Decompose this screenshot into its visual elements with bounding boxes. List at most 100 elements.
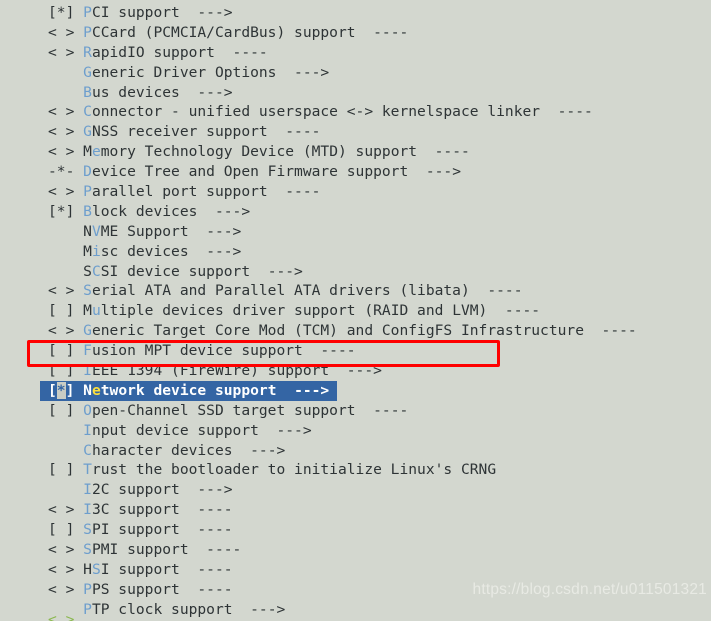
watermark-text: https://blog.csdn.net/u011501321 (472, 581, 707, 598)
menu-item[interactable]: [ ] Open-Channel SSD target support ---- (0, 401, 711, 421)
menu-item-hotkey: I (83, 421, 92, 439)
menu-item[interactable]: < > Generic Target Core Mod (TCM) and Co… (0, 321, 711, 341)
menu-item-label: onnector - unified userspace <-> kernels… (91, 103, 541, 121)
menu-item[interactable]: < > RapidIO support ---- (0, 43, 711, 63)
menu-item[interactable]: < > GNSS receiver support ---- (0, 122, 711, 142)
menu-item[interactable]: < > Memory Technology Device (MTD) suppo… (0, 142, 711, 162)
menu-item[interactable]: [ ] IEEE 1394 (FireWire) support ---> (0, 361, 711, 381)
menu-item-content: Generic Driver Options ---> (48, 64, 329, 81)
menu-item[interactable]: [*] Block devices ---> (0, 202, 711, 222)
submenu-arrow-icon: ---> (188, 222, 242, 240)
menu-item-label: lock devices (91, 202, 198, 220)
menu-item-state-marker: < > (48, 322, 84, 340)
submenu-arrow-icon: ---> (179, 481, 233, 499)
menu-item[interactable]: SCSI device support ---> (0, 262, 711, 282)
submenu-arrow-icon: ---> (232, 441, 286, 459)
menu-item-hotkey: C (83, 103, 92, 121)
menuconfig-screen: [*] PCI support ---> < > PCCard (PCMCIA/C… (0, 0, 711, 621)
menu-item-label: arallel port support (91, 183, 268, 201)
menu-item-label: pen-Channel SSD target support (91, 401, 356, 419)
menu-item[interactable]: [*] PCI support ---> (0, 3, 711, 23)
menu-item[interactable]: I2C support ---> (0, 480, 711, 500)
menu-item-content: [*] PCI support ---> (48, 4, 233, 21)
menu-item-content: < > Generic Target Core Mod (TCM) and Co… (48, 322, 637, 339)
menu-item-selected[interactable]: [*] Network device support ---> (0, 380, 711, 401)
menu-item-label: ltiple devices driver support (RAID and … (100, 302, 488, 320)
menu-item-state-marker (48, 422, 83, 439)
menu-item[interactable]: < > PCCard (PCMCIA/CardBus) support ---- (0, 23, 711, 43)
menu-item-label-pre: N (83, 222, 92, 240)
menu-item-state-marker: < > (48, 560, 84, 578)
menu-item-content: [ ] IEEE 1394 (FireWire) support ---> (48, 362, 382, 379)
menu-item-label: I support (100, 560, 180, 578)
menu-item-label: PI support (91, 521, 180, 539)
menu-item-hotkey: B (83, 83, 92, 101)
menu-item-label: PMI support (91, 541, 189, 559)
menu-item-content: [ ] Trust the bootloader to initialize L… (48, 461, 496, 478)
menu-item[interactable]: PTP clock support ---> (0, 600, 711, 620)
menu-item-content: < > Connector - unified userspace <-> ke… (48, 103, 593, 120)
menu-item[interactable]: < > I3C support ---- (0, 500, 711, 520)
menu-item-label-pre: S (83, 262, 92, 280)
menu-item-hotkey: O (83, 401, 92, 419)
menu-item-content: < > PPS support ---- (48, 581, 233, 598)
menu-item-label: erial ATA and Parallel ATA drivers (liba… (91, 282, 470, 300)
menu-item-content: Character devices ---> (48, 442, 285, 459)
menu-item-state-marker (48, 243, 83, 260)
menu-item[interactable]: < > Serial ATA and Parallel ATA drivers … (0, 281, 711, 301)
menu-item[interactable]: Character devices ---> (0, 441, 711, 461)
menu-item-label: nput device support (91, 421, 259, 439)
menu-item-hotkey: e (91, 381, 101, 399)
menu-item-label: 2C support (91, 481, 180, 499)
menu-item-hotkey: u (91, 302, 101, 320)
menu-item-content: NVME Support ---> (48, 223, 241, 240)
submenu-arrow-icon: ---> (188, 242, 242, 260)
menu-item-hotkey: T (83, 461, 92, 479)
submenu-arrow-icon: ---- (267, 123, 321, 141)
menu-item-hotkey: I (83, 362, 92, 380)
menu-item-hotkey: G (83, 322, 92, 340)
menu-item[interactable]: [ ] SPI support ---- (0, 520, 711, 540)
submenu-arrow-icon: ---> (232, 600, 286, 618)
menu-item-state-marker: < > (48, 43, 84, 61)
submenu-arrow-icon: ---> (179, 4, 233, 21)
menu-item[interactable]: Generic Driver Options ---> (0, 63, 711, 83)
menu-item-hotkey: G (83, 63, 92, 81)
menu-item-label-pre: M (83, 302, 92, 320)
menu-item[interactable]: < > Parallel port support ---- (0, 182, 711, 202)
menu-item-content: PTP clock support ---> (48, 601, 285, 618)
menu-item-hotkey: P (83, 23, 92, 41)
menu-item-content: < > GNSS receiver support ---- (48, 123, 320, 140)
menu-item-hotkey: C (83, 441, 92, 459)
menu-item[interactable]: [ ] Fusion MPT device support ---- (0, 341, 711, 361)
menu-item-state-marker: [*] (48, 4, 84, 21)
menu-item[interactable]: < > Connector - unified userspace <-> ke… (0, 102, 711, 122)
menu-item[interactable]: [ ] Trust the bootloader to initialize L… (0, 460, 711, 480)
menu-item-hotkey: S (83, 541, 92, 559)
submenu-arrow-icon: ---- (417, 143, 470, 161)
menu-item-hotkey: R (83, 43, 92, 61)
submenu-arrow-icon: ---- (179, 580, 233, 598)
menu-item[interactable]: Misc devices ---> (0, 242, 711, 262)
menu-options-list[interactable]: [*] PCI support ---> < > PCCard (PCMCIA/C… (0, 0, 711, 621)
menu-item-hotkey: C (91, 262, 101, 280)
menu-item[interactable]: NVME Support ---> (0, 222, 711, 242)
submenu-arrow-icon: ---- (179, 560, 233, 578)
menu-item[interactable]: < > SPMI support ---- (0, 540, 711, 560)
menu-item-content: -*- Device Tree and Open Firmware suppor… (48, 163, 461, 180)
menu-item-hotkey: B (83, 202, 92, 220)
menu-item[interactable]: [ ] Multiple devices driver support (RAI… (0, 301, 711, 321)
submenu-arrow-icon: ---- (267, 183, 321, 201)
menu-item-label: EEE 1394 (FireWire) support (91, 362, 330, 380)
menu-item[interactable]: < > HSI support ---- (0, 560, 711, 580)
menu-item-label: haracter devices (91, 441, 233, 459)
menu-item-state-marker: [*] (48, 202, 84, 220)
menu-item-state-marker: [ ] (48, 302, 84, 320)
menu-item-label-pre: M (83, 143, 92, 161)
menu-item[interactable]: Bus devices ---> (0, 83, 711, 103)
menu-item-label: apidIO support (91, 43, 215, 61)
menu-item[interactable]: Input device support ---> (0, 421, 711, 441)
menu-item-label: sc devices (100, 242, 189, 260)
menu-item-hotkey: F (83, 342, 92, 360)
menu-item[interactable]: -*- Device Tree and Open Firmware suppor… (0, 162, 711, 182)
